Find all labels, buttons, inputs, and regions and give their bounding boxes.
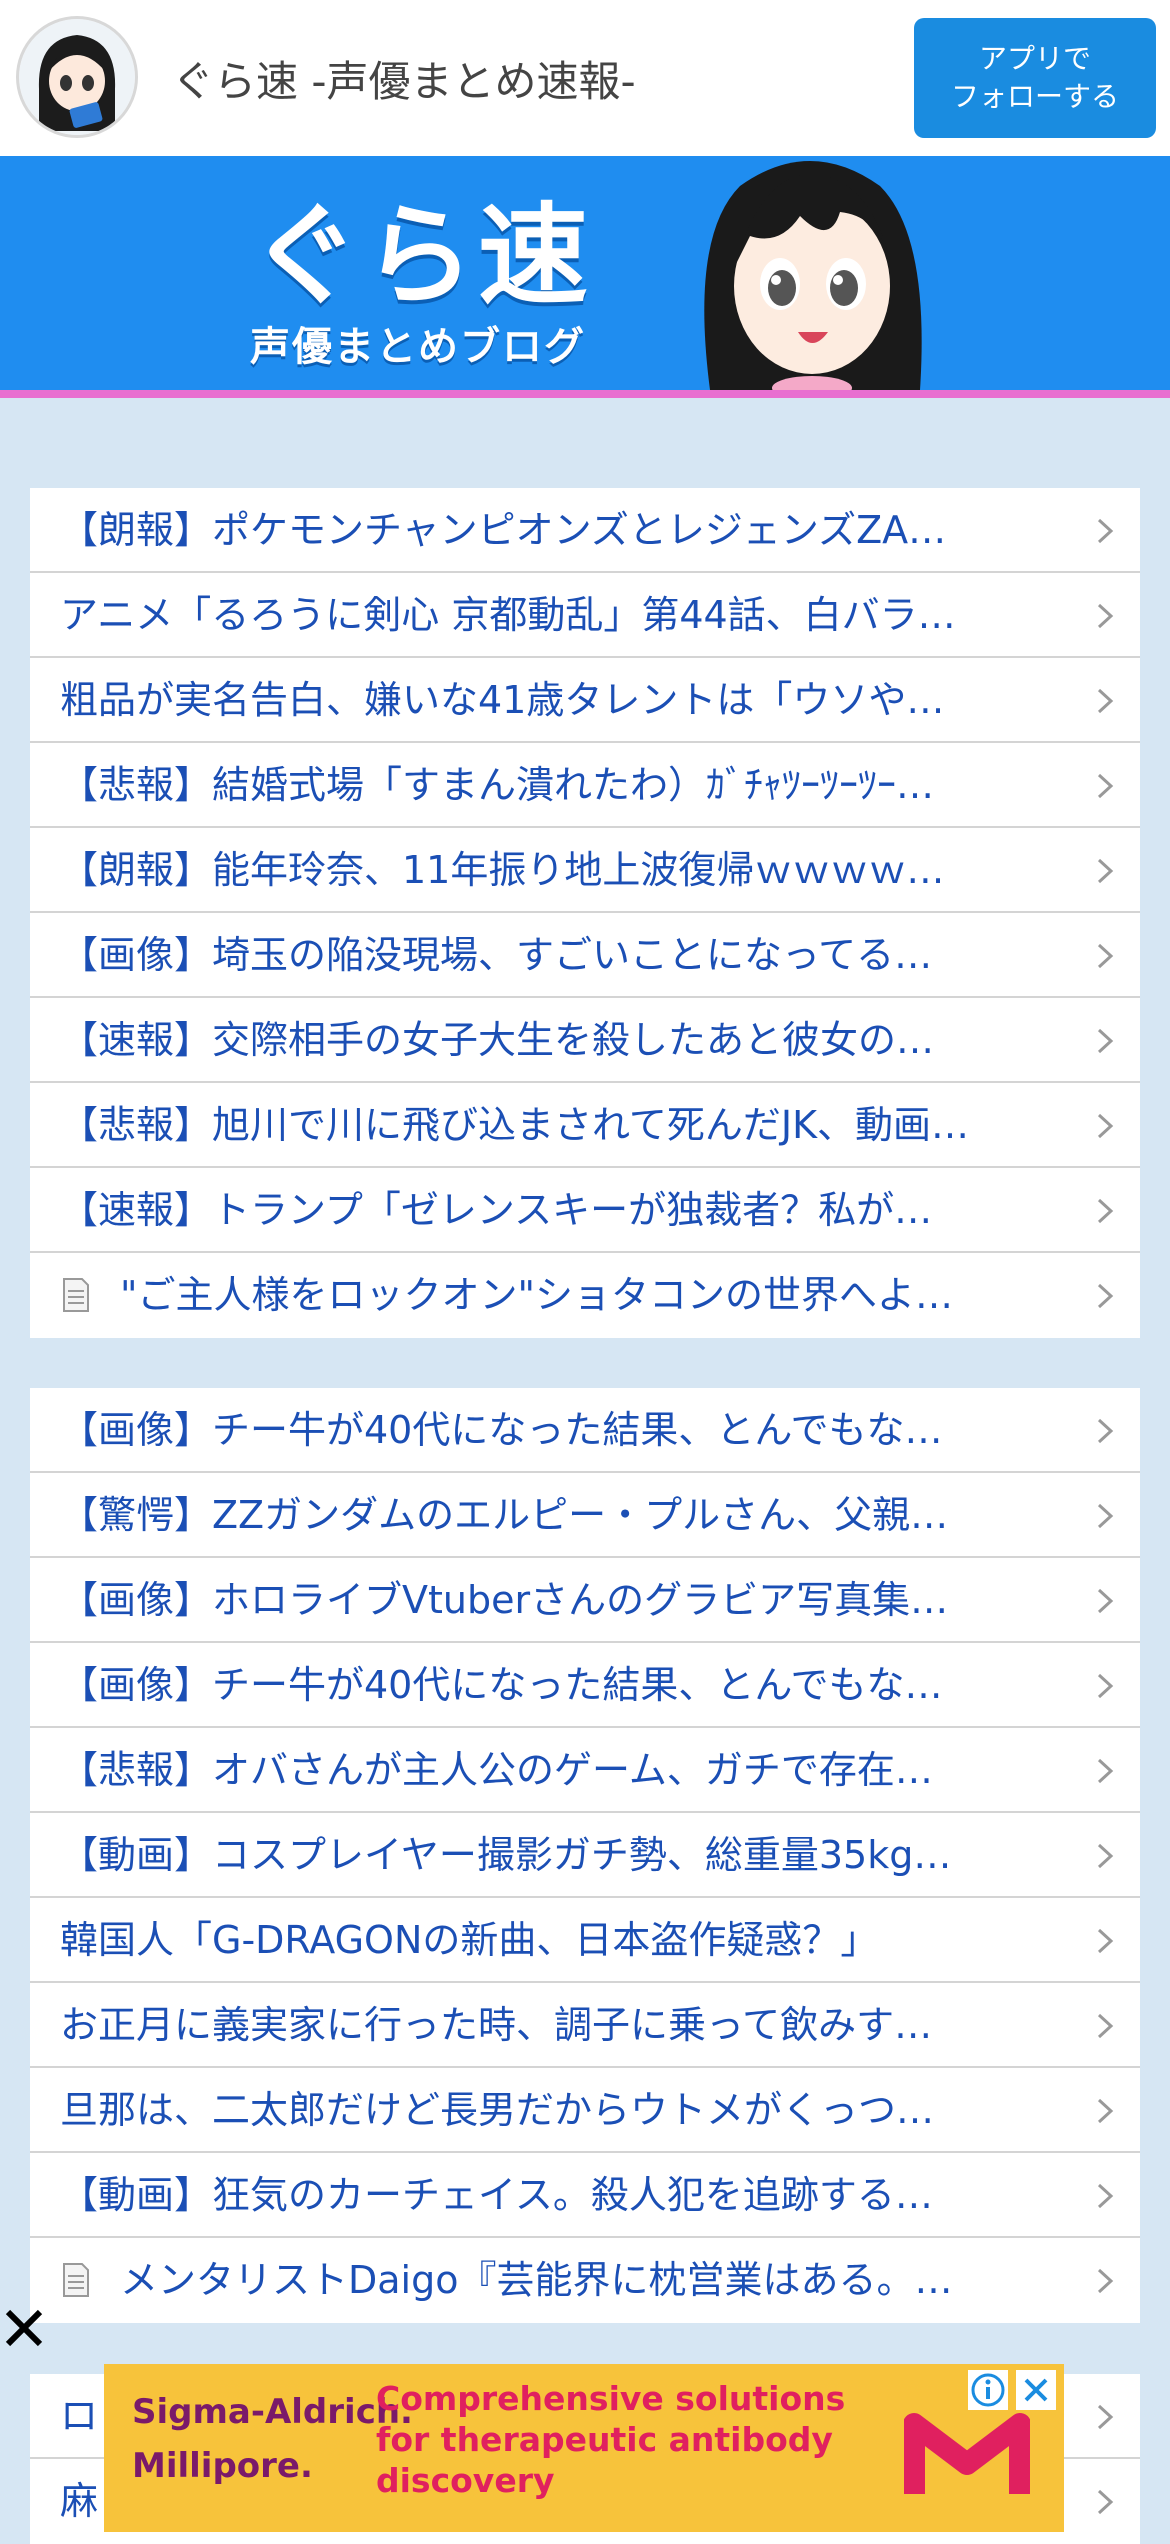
article-title: 【速報】トランプ「ゼレンスキーが独裁者？私が… (60, 1188, 933, 1232)
article-title: "ご主人様をロックオン"ショタコンの世界へよ… (120, 1273, 953, 1317)
article-list-item[interactable]: 【速報】交際相手の女子大生を殺したあと彼女の… (30, 998, 1140, 1083)
article-list-item[interactable]: 【画像】チー牛が40代になった結果、とんでもな… (30, 1388, 1140, 1473)
chevron-right-icon (1097, 773, 1114, 799)
article-list-1: 【朗報】ポケモンチャンピオンズとレジェンズZA… アニメ「るろうに剣心 京都動乱」… (30, 488, 1140, 1338)
chevron-right-icon (1097, 2013, 1114, 2039)
article-title: 【画像】チー牛が40代になった結果、とんでもな… (60, 1663, 943, 1707)
article-list-item[interactable]: 韓国人「G-DRAGONの新曲、日本盗作疑惑？」 (30, 1898, 1140, 1983)
article-title: 【画像】ホロライブVtuberさんのグラビア写真集… (60, 1578, 949, 1622)
article-list-item[interactable]: 【悲報】オバさんが主人公のゲーム、ガチで存在… (30, 1728, 1140, 1813)
article-list-2: 【画像】チー牛が40代になった結果、とんでもな… 【驚愕】ZZガンダムのエルピー・… (30, 1388, 1140, 2323)
article-list-item[interactable]: メンタリストDaigo『芸能界に枕営業はある。… (30, 2238, 1140, 2323)
follow-button-line1: アプリで (978, 42, 1091, 75)
article-list-item[interactable]: 【朗報】能年玲奈、11年振り地上波復帰ｗｗｗｗ… (30, 828, 1140, 913)
article-list-item[interactable]: アニメ「るろうに剣心 京都動乱」第44話、白バラ… (30, 573, 1140, 658)
top-bar: ぐら速 -声優まとめ速報- アプリで フォローする (0, 0, 1170, 156)
article-title: アニメ「るろうに剣心 京都動乱」第44話、白バラ… (60, 593, 956, 637)
chevron-right-icon (1097, 1028, 1114, 1054)
article-list-item[interactable]: 【速報】トランプ「ゼレンスキーが独裁者？私が… (30, 1168, 1140, 1253)
article-title: お正月に義実家に行った時、調子に乗って飲みす… (60, 2003, 933, 2047)
chevron-right-icon (1097, 1503, 1114, 1529)
article-title: 【悲報】結婚式場「すまん潰れたわ）ｶﾞﾁｬﾂｰﾂｰﾂｰ… (60, 763, 935, 807)
follow-in-app-button[interactable]: アプリで フォローする (914, 18, 1156, 138)
article-title: 【画像】埼玉の陥没現場、すごいことになってる… (60, 933, 933, 977)
ad-close-icon[interactable] (1016, 2370, 1056, 2410)
chevron-right-icon (1097, 2489, 1114, 2515)
chevron-right-icon (1097, 1843, 1114, 1869)
document-icon (63, 2263, 89, 2297)
article-list-item[interactable]: 【画像】チー牛が40代になった結果、とんでもな… (30, 1643, 1140, 1728)
article-title: 韓国人「G-DRAGONの新曲、日本盗作疑惑？」 (60, 1918, 879, 1962)
chevron-right-icon (1097, 1758, 1114, 1784)
ad-brand-line1: Sigma-Aldrich. (132, 2392, 413, 2432)
chevron-right-icon (1097, 1418, 1114, 1444)
article-list-item[interactable]: "ご主人様をロックオン"ショタコンの世界へよ… (30, 1253, 1140, 1338)
banner-subtitle: 声優まとめブログ (250, 324, 586, 370)
chevron-right-icon (1097, 1198, 1114, 1224)
article-list-item[interactable]: 【悲報】旭川で川に飛び込まされて死んだJK、動画… (30, 1083, 1140, 1168)
article-list-item[interactable]: 【画像】ホロライブVtuberさんのグラビア写真集… (30, 1558, 1140, 1643)
article-title: 【驚愕】ZZガンダムのエルピー・プルさん、父親… (60, 1493, 949, 1537)
chevron-right-icon (1097, 518, 1114, 544)
site-title[interactable]: ぐら速 -声優まとめ速報- (172, 48, 636, 109)
chevron-right-icon (1097, 2098, 1114, 2124)
chevron-right-icon (1097, 943, 1114, 969)
ad-copy: Comprehensive solutions for therapeutic … (376, 2379, 846, 2500)
advertisement-banner[interactable]: Sigma-Aldrich. Millipore. Comprehensive … (104, 2364, 1064, 2532)
article-list-item[interactable]: 旦那は、二太郎だけど長男だからウトメがくっつ… (30, 2068, 1140, 2153)
site-avatar[interactable] (16, 16, 138, 138)
document-icon (63, 1278, 89, 1312)
chevron-right-icon (1097, 2268, 1114, 2294)
article-title: 【動画】狂気のカーチェイス。殺人犯を追跡する… (60, 2173, 933, 2217)
article-list-item[interactable]: 【朗報】ポケモンチャンピオンズとレジェンズZA… (30, 488, 1140, 573)
article-list-item[interactable]: 【動画】狂気のカーチェイス。殺人犯を追跡する… (30, 2153, 1140, 2238)
article-title: 【悲報】オバさんが主人公のゲーム、ガチで存在… (60, 1748, 933, 1792)
chevron-right-icon (1097, 2183, 1114, 2209)
article-title: 【悲報】旭川で川に飛び込まされて死んだJK、動画… (60, 1103, 969, 1147)
chevron-right-icon (1097, 2404, 1114, 2430)
article-title: 【朗報】ポケモンチャンピオンズとレジェンズZA… (60, 508, 947, 552)
article-list-item[interactable]: 【驚愕】ZZガンダムのエルピー・プルさん、父親… (30, 1473, 1140, 1558)
article-title: 【動画】コスプレイヤー撮影ガチ勢、総重量35kg… (60, 1833, 952, 1877)
chevron-right-icon (1097, 1673, 1114, 1699)
article-list-item[interactable]: 【画像】埼玉の陥没現場、すごいことになってる… (30, 913, 1140, 998)
chevron-right-icon (1097, 1588, 1114, 1614)
article-title: メンタリストDaigo『芸能界に枕営業はある。… (120, 2258, 953, 2302)
chevron-right-icon (1097, 1928, 1114, 1954)
article-title: 粗品が実名告白、嫌いな41歳タレントは「ウソや… (60, 678, 945, 722)
site-banner[interactable]: ぐら速 声優まとめブログ (0, 156, 1170, 390)
article-title: 【画像】チー牛が40代になった結果、とんでもな… (60, 1408, 943, 1452)
chevron-right-icon (1097, 603, 1114, 629)
article-list-item[interactable]: 【悲報】結婚式場「すまん潰れたわ）ｶﾞﾁｬﾂｰﾂｰﾂｰ… (30, 743, 1140, 828)
avatar-girl-icon (19, 19, 135, 135)
banner-accent-line (0, 390, 1170, 398)
article-title: 旦那は、二太郎だけど長男だからウトメがくっつ… (60, 2088, 935, 2132)
article-list-item[interactable]: 粗品が実名告白、嫌いな41歳タレントは「ウソや… (30, 658, 1140, 743)
chevron-right-icon (1097, 1113, 1114, 1139)
ad-info-icon[interactable] (968, 2370, 1008, 2410)
ad-brand-line2: Millipore. (132, 2446, 313, 2486)
chevron-right-icon (1097, 688, 1114, 714)
banner-logo: ぐら速 (250, 192, 592, 320)
article-list-item[interactable]: お正月に義実家に行った時、調子に乗って飲みす… (30, 1983, 1140, 2068)
article-title: 【朗報】能年玲奈、11年振り地上波復帰ｗｗｗｗ… (60, 848, 945, 892)
follow-button-line2: フォローする (950, 80, 1119, 113)
chevron-right-icon (1097, 858, 1114, 884)
banner-character-illustration (704, 161, 922, 390)
close-ad-icon[interactable] (0, 2300, 46, 2350)
article-title: 【速報】交際相手の女子大生を殺したあと彼女の… (60, 1018, 935, 1062)
article-list-item[interactable]: 【動画】コスプレイヤー撮影ガチ勢、総重量35kg… (30, 1813, 1140, 1898)
ad-brand-logo-icon (904, 2413, 1030, 2494)
chevron-right-icon (1097, 1283, 1114, 1309)
